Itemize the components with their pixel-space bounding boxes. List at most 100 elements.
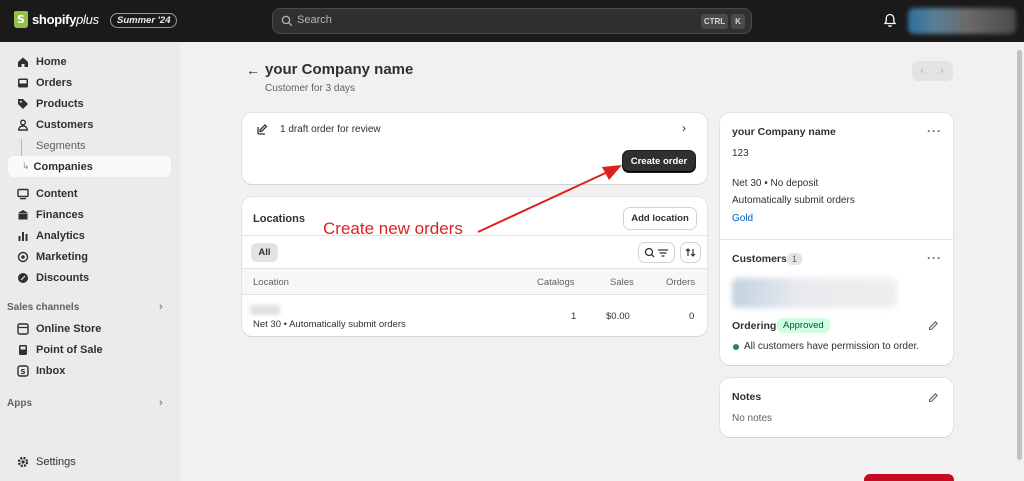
chevron-right-icon[interactable]: › <box>682 121 686 135</box>
sort-icon <box>685 248 696 257</box>
delete-company-button[interactable] <box>864 474 954 481</box>
notes-body: No notes <box>732 413 773 424</box>
inbox-icon <box>18 78 28 87</box>
page-subtitle: Customer for 3 days <box>265 83 356 94</box>
discount-icon <box>18 272 28 283</box>
divider <box>720 239 953 240</box>
draft-order-icon <box>257 124 268 135</box>
col-location[interactable]: Location <box>253 277 289 288</box>
sidebar-item-home[interactable]: Home <box>8 51 171 72</box>
more-horizontal-icon[interactable]: ··· <box>927 251 942 265</box>
shopify-logo[interactable]: shopifyplus <box>14 11 99 28</box>
approved-badge: Approved <box>777 318 830 333</box>
sidebar-item-settings[interactable]: Settings <box>8 451 171 472</box>
user-avatar-blurred[interactable] <box>908 8 1016 34</box>
search-input[interactable] <box>297 14 597 26</box>
page-title: your Company name <box>265 61 414 78</box>
customers-count-badge: 1 <box>787 253 803 265</box>
gear-icon <box>17 456 29 467</box>
sidebar-item-analytics[interactable]: Analytics <box>8 225 171 246</box>
more-horizontal-icon[interactable]: ··· <box>927 124 942 138</box>
payment-terms: Net 30 • No deposit <box>732 178 819 189</box>
locations-title: Locations <box>253 213 305 225</box>
scrollbar[interactable] <box>1015 42 1024 481</box>
sidebar-item-finances[interactable]: Finances <box>8 204 171 225</box>
chevron-right-icon[interactable]: › <box>159 301 163 313</box>
draft-order-text[interactable]: 1 draft order for review <box>280 124 381 135</box>
content-icon <box>17 188 29 199</box>
sidebar-item-inbox[interactable]: S Inbox <box>8 360 171 381</box>
location-terms: Net 30 • Automatically submit orders <box>253 319 406 330</box>
top-bar: shopifyplus Summer '24 CTRL K <box>0 0 1024 42</box>
sidebar-item-marketing[interactable]: Marketing <box>8 246 171 267</box>
sidebar-item-companies[interactable]: ↳ Companies <box>8 156 171 177</box>
search-bar[interactable]: CTRL K <box>272 8 752 34</box>
pencil-icon[interactable] <box>928 320 939 331</box>
ordering-label: Ordering <box>732 320 777 332</box>
sidebar-item-content[interactable]: Content <box>8 183 171 204</box>
scrollbar-thumb[interactable] <box>1017 50 1022 460</box>
search-filter-button[interactable] <box>639 243 674 262</box>
filter-tab-all[interactable]: All <box>251 243 278 262</box>
cell-orders: 0 <box>689 311 695 322</box>
col-catalogs[interactable]: Catalogs <box>537 277 575 288</box>
sidebar-item-segments[interactable]: Segments <box>8 135 171 156</box>
sidebar-item-point-of-sale[interactable]: Point of Sale <box>8 339 171 360</box>
sidebar-item-orders[interactable]: Orders <box>8 72 171 93</box>
sidebar: Home Orders Products Customers Segments … <box>0 42 180 481</box>
bar-chart-icon <box>18 231 28 241</box>
pencil-icon[interactable] <box>928 392 939 403</box>
tag-icon <box>18 98 28 109</box>
chevron-right-icon[interactable]: › <box>932 61 952 81</box>
customers-title: Customers <box>732 253 787 265</box>
apps-label[interactable]: Apps <box>7 398 32 409</box>
kbd-ctrl: CTRL <box>701 14 728 29</box>
company-card: your Company name ··· 123 Net 30 • No de… <box>720 113 953 365</box>
table-header: Location Catalogs Sales Orders <box>242 268 707 295</box>
pager: ‹ › <box>912 61 953 81</box>
target-icon <box>17 251 29 262</box>
chat-icon: S <box>17 364 29 377</box>
annotation-text: Create new orders <box>323 219 463 238</box>
sidebar-item-online-store[interactable]: Online Store <box>8 318 171 339</box>
tree-branch-icon: ↳ <box>22 161 30 171</box>
annotation-arrow <box>477 165 622 233</box>
add-location-button[interactable]: Add location <box>624 208 696 229</box>
customer-blurred[interactable] <box>732 278 897 308</box>
cell-sales: $0.00 <box>606 311 630 322</box>
location-name-blurred <box>250 305 280 315</box>
create-order-button[interactable]: Create order <box>623 151 695 172</box>
bell-icon[interactable] <box>883 13 897 28</box>
sales-channels-label[interactable]: Sales channels <box>7 302 79 313</box>
pos-icon <box>19 344 27 355</box>
status-dot-icon <box>733 344 739 350</box>
chevron-left-icon[interactable]: ‹ <box>912 61 932 81</box>
sort-button[interactable] <box>681 243 700 262</box>
sidebar-item-customers[interactable]: Customers <box>8 114 171 135</box>
notes-title: Notes <box>732 391 762 403</box>
permission-text: All customers have permission to order. <box>744 341 920 352</box>
sidebar-item-products[interactable]: Products <box>8 93 171 114</box>
back-arrow-icon[interactable]: ← <box>246 62 260 78</box>
edition-badge[interactable]: Summer '24 <box>110 13 178 28</box>
kbd-k: K <box>731 14 745 29</box>
col-orders[interactable]: Orders <box>666 277 695 288</box>
bank-icon <box>18 209 28 219</box>
company-name: your Company name <box>732 126 836 138</box>
shopify-bag-icon <box>14 11 28 28</box>
person-icon <box>18 119 28 131</box>
chevron-right-icon[interactable]: › <box>159 397 163 409</box>
tier-link[interactable]: Gold <box>732 213 753 224</box>
search-filter-icon <box>644 247 668 257</box>
logo-text: shopify <box>32 12 77 27</box>
search-icon <box>281 15 293 27</box>
store-icon <box>17 322 29 335</box>
company-id: 123 <box>732 148 749 159</box>
svg-text:S: S <box>20 367 25 375</box>
auto-submit-text: Automatically submit orders <box>732 195 855 206</box>
cell-catalogs: 1 <box>571 311 577 322</box>
sidebar-item-discounts[interactable]: Discounts <box>8 267 171 288</box>
col-sales[interactable]: Sales <box>610 277 634 288</box>
notes-card: Notes No notes <box>720 378 953 437</box>
logo-suffix: plus <box>76 12 99 27</box>
